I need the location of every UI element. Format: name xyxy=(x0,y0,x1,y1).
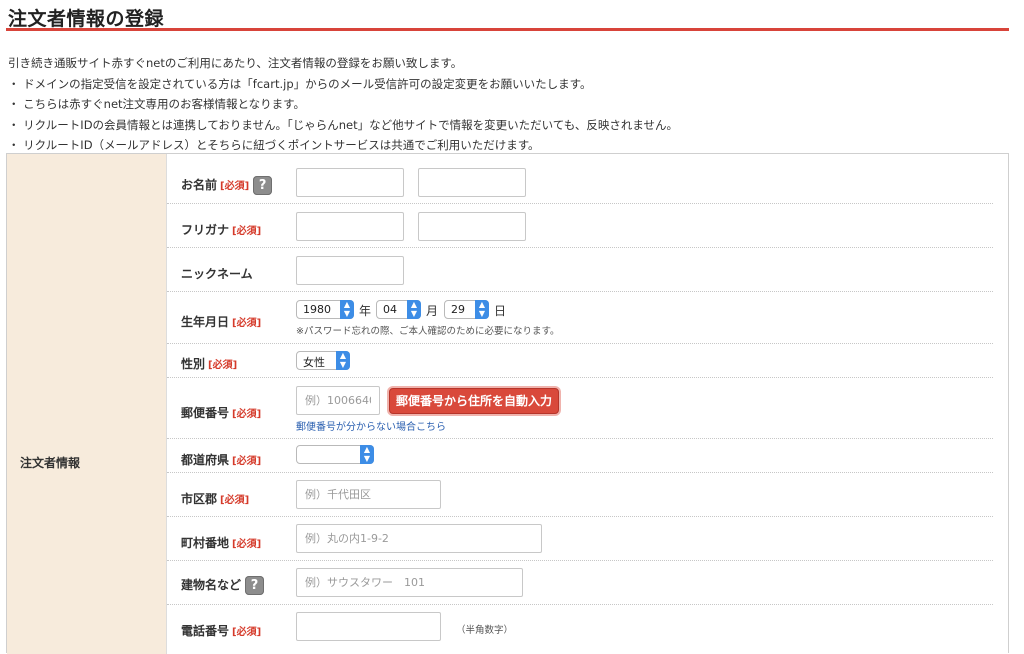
intro-line: ・ リクルートIDの会員情報とは連携しておりません。「じゃらんnet」など他サイ… xyxy=(8,117,679,132)
furigana-label-text: フリガナ xyxy=(181,223,230,237)
gender-label: 性別 [必須] xyxy=(181,355,237,372)
phone-unit-note: （半角数字） xyxy=(456,625,514,636)
gender-select[interactable]: 女性 ▲ ▼ xyxy=(296,351,350,370)
row-divider xyxy=(167,516,993,517)
required-badge: [必須] xyxy=(232,456,262,467)
phone-input[interactable] xyxy=(296,612,441,641)
intro-line: ・ ドメインの指定受信を設定されている方は「fcart.jp」からのメール受信許… xyxy=(8,76,592,91)
birthdate-label: 生年月日 [必須] xyxy=(181,313,261,330)
building-input[interactable] xyxy=(296,568,523,597)
prefecture-label: 都道府県 [必須] xyxy=(181,451,261,468)
gender-label-text: 性別 xyxy=(181,357,206,371)
city-label-text: 市区郡 xyxy=(181,492,218,506)
question-icon[interactable]: ? xyxy=(253,176,273,195)
row-divider xyxy=(167,343,993,344)
name-label: お名前 [必須]? xyxy=(181,176,273,195)
prefecture-select[interactable]: ▲ ▼ xyxy=(296,445,374,464)
birthdate-note: ※パスワード忘れの際、ご本人確認のために必要になります。 xyxy=(296,326,560,337)
required-badge: [必須] xyxy=(232,409,262,420)
street-address-input[interactable] xyxy=(296,524,542,553)
name-label-text: お名前 xyxy=(181,178,218,192)
town-label-text: 町村番地 xyxy=(181,536,230,550)
required-badge: [必須] xyxy=(232,627,262,638)
postal-code-input[interactable] xyxy=(296,386,380,415)
title-divider xyxy=(6,28,1009,31)
row-divider xyxy=(167,377,993,378)
prefecture-label-text: 都道府県 xyxy=(181,453,230,467)
phone-label: 電話番号 [必須] xyxy=(181,622,261,639)
year-unit: 年 xyxy=(359,304,372,318)
furigana-last-input[interactable] xyxy=(296,212,404,241)
birthdate-label-text: 生年月日 xyxy=(181,315,230,329)
furigana-label: フリガナ [必須] xyxy=(181,221,261,238)
required-badge: [必須] xyxy=(220,495,250,506)
town-label: 町村番地 [必須] xyxy=(181,534,261,551)
row-divider xyxy=(167,604,993,605)
row-divider xyxy=(167,472,993,473)
postal-label-text: 郵便番号 xyxy=(181,406,230,420)
required-badge: [必須] xyxy=(232,318,262,329)
row-divider xyxy=(167,438,993,439)
city-input[interactable] xyxy=(296,480,441,509)
phone-label-text: 電話番号 xyxy=(181,624,230,638)
chevron-updown-icon: ▲ ▼ xyxy=(340,300,354,319)
city-label: 市区郡 [必須] xyxy=(181,490,249,507)
chevron-updown-icon: ▲ ▼ xyxy=(407,300,421,319)
row-divider xyxy=(167,203,993,204)
furigana-first-input[interactable] xyxy=(418,212,526,241)
page-title: 注文者情報の登録 xyxy=(8,8,165,30)
intro-line: 引き続き通販サイト赤すぐnetのご利用にあたり、注文者情報の登録をお願い致します… xyxy=(8,56,463,70)
chevron-updown-icon: ▲ ▼ xyxy=(360,445,374,464)
required-badge: [必須] xyxy=(232,539,262,550)
postal-label: 郵便番号 [必須] xyxy=(181,404,261,421)
birth-day-select[interactable]: 29 ▲ ▼ xyxy=(444,300,489,319)
gender-value: 女性 xyxy=(303,356,325,369)
required-badge: [必須] xyxy=(232,226,262,237)
building-label: 建物名など? xyxy=(181,576,265,595)
chevron-updown-icon: ▲ ▼ xyxy=(336,351,350,370)
section-label: 注文者情報 xyxy=(20,456,81,470)
chevron-updown-icon: ▲ ▼ xyxy=(475,300,489,319)
first-name-input[interactable] xyxy=(418,168,526,197)
building-label-text: 建物名など xyxy=(181,578,242,592)
row-divider xyxy=(167,291,993,292)
row-divider xyxy=(167,560,993,561)
nickname-label: ニックネーム xyxy=(181,265,253,282)
section-header-cell: 注文者情報 xyxy=(7,154,167,654)
nickname-label-text: ニックネーム xyxy=(181,267,253,281)
birth-day-value: 29 xyxy=(451,303,465,316)
nickname-input[interactable] xyxy=(296,256,404,285)
intro-text: 引き続き通販サイト赤すぐnetのご利用にあたり、注文者情報の登録をお願い致します… xyxy=(8,53,1018,156)
day-unit: 日 xyxy=(494,304,507,318)
zip-autofill-button[interactable]: 郵便番号から住所を自動入力 xyxy=(389,388,560,414)
row-divider xyxy=(167,247,993,248)
birth-year-select[interactable]: 1980 ▲ ▼ xyxy=(296,300,354,319)
birth-month-value: 04 xyxy=(383,303,397,316)
birth-month-select[interactable]: 04 ▲ ▼ xyxy=(376,300,421,319)
month-unit: 月 xyxy=(426,304,439,318)
required-badge: [必須] xyxy=(208,360,238,371)
last-name-input[interactable] xyxy=(296,168,404,197)
birth-year-value: 1980 xyxy=(303,303,331,316)
postal-help-link[interactable]: 郵便番号が分からない場合こちら xyxy=(296,418,446,433)
question-icon[interactable]: ? xyxy=(245,576,265,595)
intro-line: ・ こちらは赤すぐnet注文専用のお客様情報となります。 xyxy=(8,97,306,111)
required-badge: [必須] xyxy=(220,181,250,192)
